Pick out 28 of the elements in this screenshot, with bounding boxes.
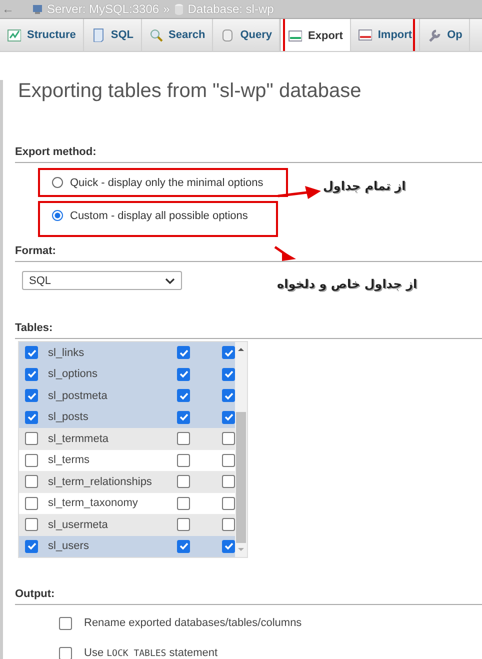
breadcrumb-separator: » [163,2,170,16]
table-name: sl_termmeta [48,432,110,445]
table-name: sl_postmeta [48,390,108,402]
table-name: sl_terms [48,454,91,466]
annotation-text: از جداول خاص و دلخواه [277,277,418,291]
table-name: sl_posts [48,411,90,424]
table-name: sl_links [48,346,86,359]
section-heading: Export method: [15,146,482,163]
tab[interactable]: Search [142,19,214,51]
option-label: Custom - display all possible options [70,210,248,222]
tab[interactable]: Export [280,19,351,51]
option-label: Use LOCK TABLES statement [84,647,218,659]
option-label: Rename exported databases/tables/columns [84,617,302,629]
tab[interactable]: SQL [84,19,142,51]
option-label: Quick - display only the minimal options [70,176,264,188]
annotation-text: از تمام جداول [323,179,406,193]
table-name: sl_term_taxonomy [48,497,139,510]
table-name: sl_options [48,368,99,380]
tab[interactable]: Structure [0,19,84,51]
page-title: Exporting tables from "sl-wp" database [18,80,362,104]
table-name: sl_usermeta [48,518,109,531]
table-name: sl_term_relationships [48,476,153,488]
section-heading: Output: [15,588,482,605]
section-heading: Tables: [15,322,482,339]
table-name: sl_users [48,540,90,552]
format-select[interactable]: SQL [22,271,182,290]
tab[interactable]: Op [420,19,470,51]
tab[interactable]: Import [350,19,420,51]
